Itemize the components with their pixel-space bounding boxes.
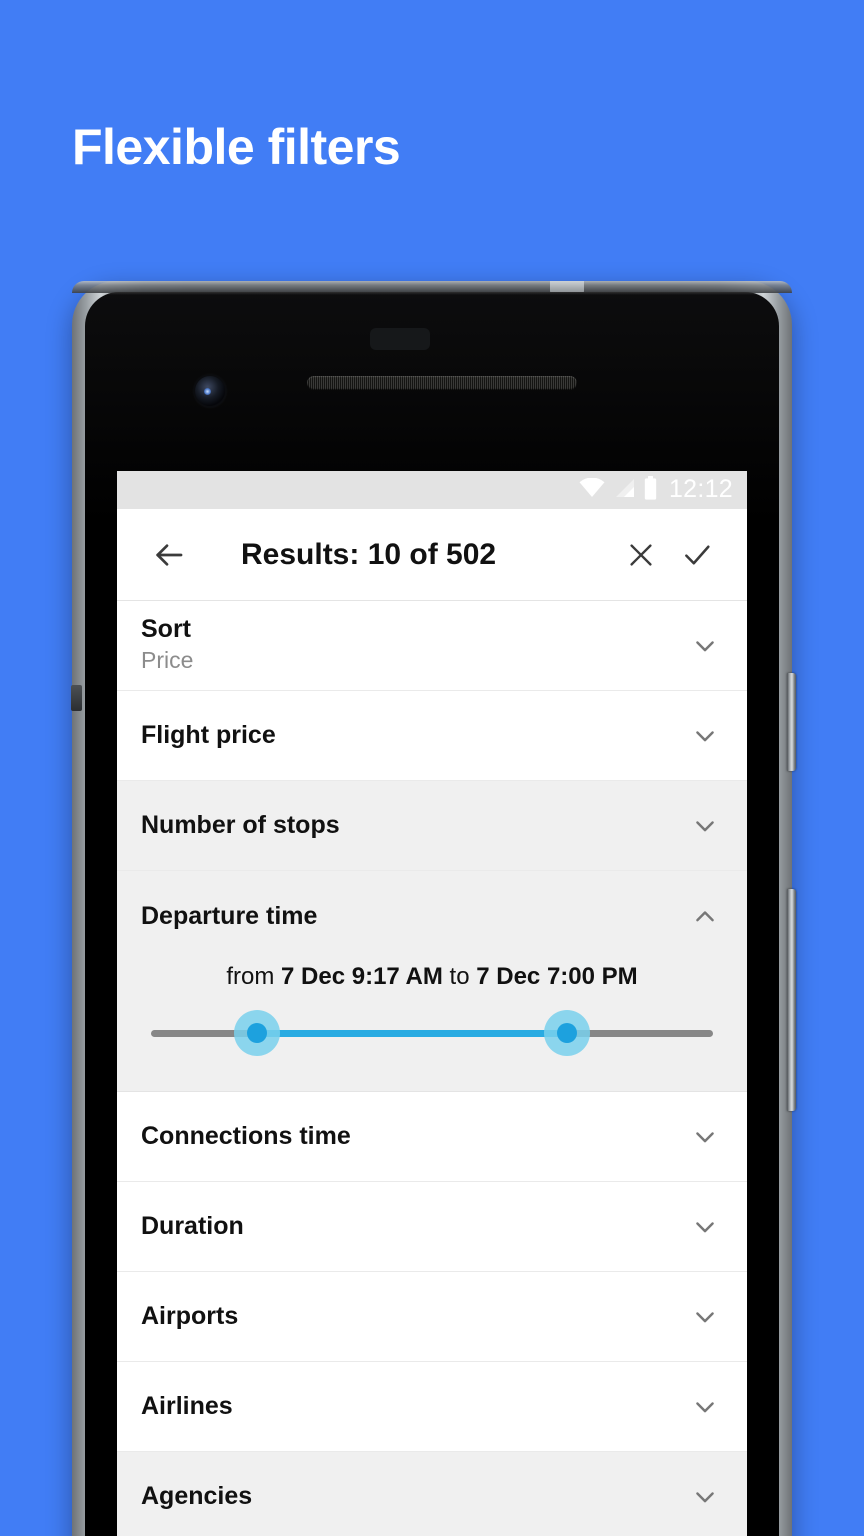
- back-button[interactable]: [141, 527, 197, 583]
- app-bar-title: Results: 10 of 502: [241, 537, 497, 571]
- range-prefix: from: [226, 963, 275, 990]
- wifi-icon: [579, 477, 605, 503]
- confirm-button[interactable]: [669, 527, 725, 583]
- slider-thumb-knob: [246, 1023, 267, 1043]
- filter-row-flight-price[interactable]: Flight price: [117, 691, 747, 781]
- front-camera-icon: [195, 376, 225, 406]
- power-button[interactable]: [787, 673, 796, 771]
- filter-title: Sort: [141, 614, 191, 643]
- filter-row-airlines[interactable]: Airlines: [117, 1362, 747, 1452]
- departure-time-panel: from 7 Dec 9:17 AM to 7 Dec 7:00 PM: [117, 961, 747, 1092]
- proximity-sensor-icon: [370, 328, 430, 350]
- status-bar-clock: 12:12: [668, 474, 733, 503]
- earpiece-speaker-icon: [307, 376, 577, 390]
- phone-screen: 12:12 Results: 10 of 502 Sort Price Flig…: [117, 471, 747, 1536]
- filter-row-agencies[interactable]: Agencies: [117, 1452, 747, 1536]
- filter-title: Airports: [141, 1302, 239, 1331]
- filter-row-number-of-stops[interactable]: Number of stops: [117, 781, 747, 871]
- slider-active-track: [256, 1030, 568, 1037]
- phone-device-mockup: 12:12 Results: 10 of 502 Sort Price Flig…: [71, 281, 796, 1536]
- departure-time-range-slider[interactable]: [151, 1005, 713, 1061]
- filter-title: Departure time: [141, 901, 318, 930]
- filter-row-airports[interactable]: Airports: [117, 1272, 747, 1362]
- battery-icon: [644, 475, 657, 505]
- range-from-value: 7 Dec 9:17 AM: [281, 963, 443, 990]
- filter-row-departure-time[interactable]: Departure time: [117, 871, 747, 961]
- filter-title: Flight price: [141, 721, 276, 750]
- app-bar: Results: 10 of 502: [117, 509, 747, 601]
- filter-title: Duration: [141, 1212, 244, 1241]
- close-button[interactable]: [613, 527, 669, 583]
- chevron-down-icon[interactable]: [685, 806, 725, 846]
- phone-glass-front: 12:12 Results: 10 of 502 Sort Price Flig…: [85, 292, 779, 1536]
- chevron-down-icon[interactable]: [685, 1117, 725, 1157]
- chevron-down-icon[interactable]: [685, 1297, 725, 1337]
- filter-row-sort[interactable]: Sort Price: [117, 601, 747, 691]
- chevron-down-icon[interactable]: [685, 1387, 725, 1427]
- chevron-down-icon[interactable]: [685, 1207, 725, 1247]
- volume-rocker[interactable]: [787, 889, 796, 1111]
- filter-row-duration[interactable]: Duration: [117, 1182, 747, 1272]
- chevron-down-icon[interactable]: [685, 1477, 725, 1517]
- cellular-signal-icon: [614, 478, 635, 503]
- antenna-band-left: [71, 685, 82, 711]
- departure-time-range-label: from 7 Dec 9:17 AM to 7 Dec 7:00 PM: [117, 961, 747, 1005]
- filter-row-connections-time[interactable]: Connections time: [117, 1092, 747, 1182]
- range-to-value: 7 Dec 7:00 PM: [476, 963, 638, 990]
- filter-title: Agencies: [141, 1482, 253, 1511]
- filter-title: Connections time: [141, 1122, 351, 1151]
- status-bar: 12:12: [117, 471, 747, 509]
- chevron-down-icon[interactable]: [685, 716, 725, 756]
- filter-subtitle: Price: [141, 647, 194, 674]
- chevron-down-icon[interactable]: [685, 626, 725, 666]
- range-connector: to: [449, 963, 470, 990]
- filter-title: Airlines: [141, 1392, 233, 1421]
- page-title: Flexible filters: [72, 119, 401, 175]
- filter-title: Number of stops: [141, 811, 340, 840]
- chevron-up-icon[interactable]: [685, 896, 725, 936]
